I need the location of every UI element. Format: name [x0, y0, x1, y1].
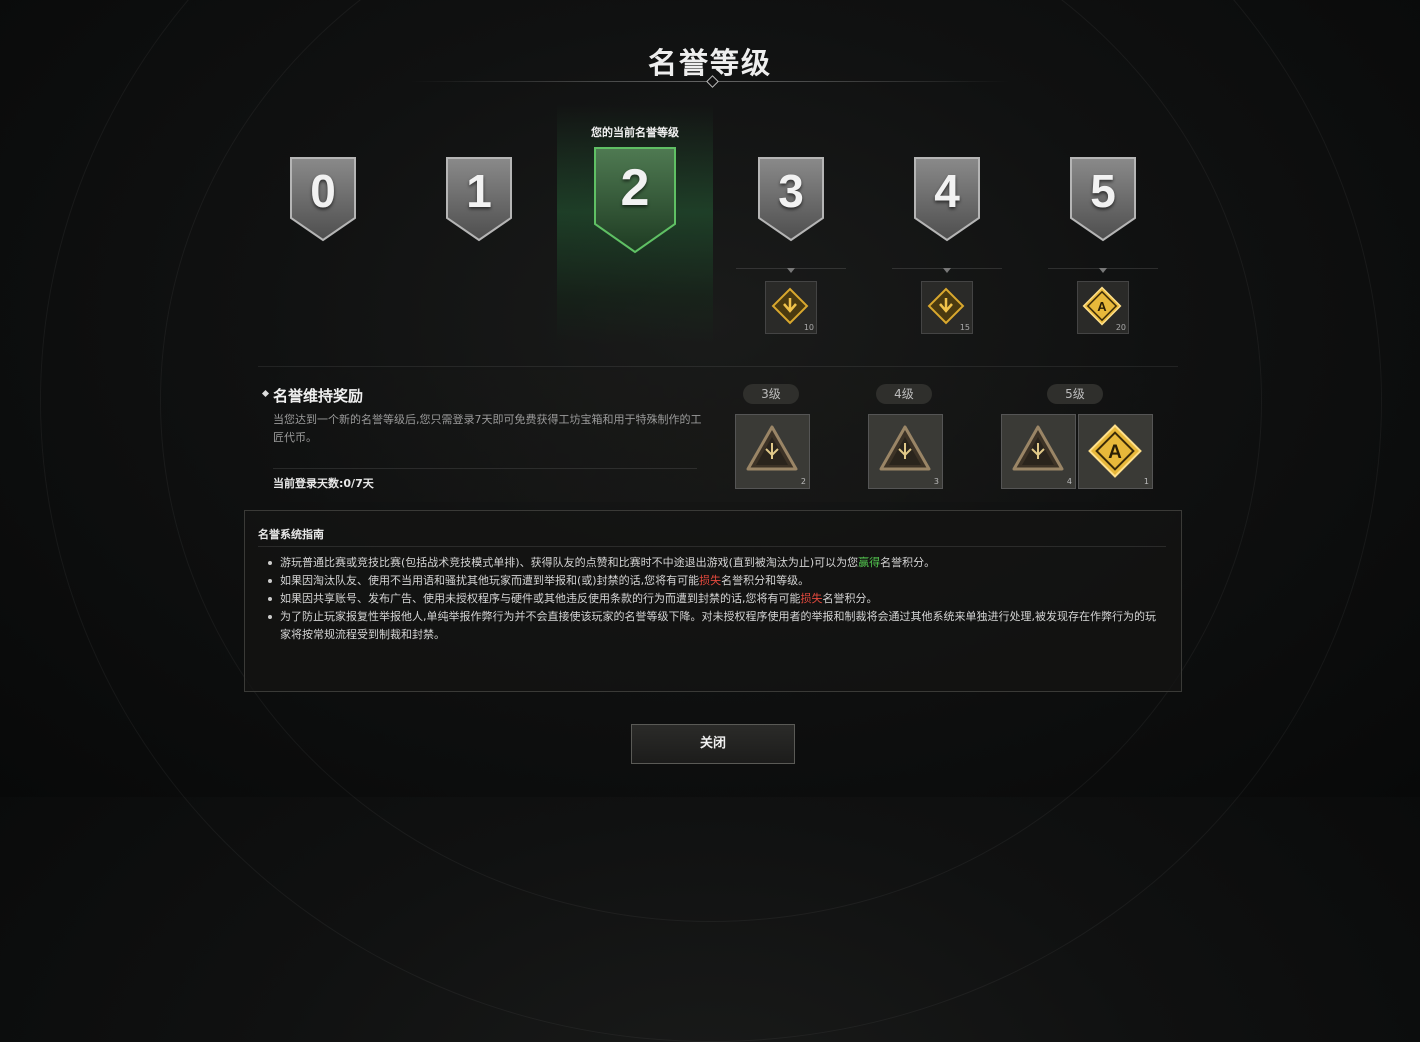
svg-text:A: A	[1097, 299, 1107, 314]
reward-pointer	[787, 268, 795, 273]
guide-item: 如果因共享账号、发布广告、使用未授权程序与硬件或其他违反使用条款的行为而遭到封禁…	[266, 590, 1166, 608]
loss-highlight: 损失	[800, 592, 823, 605]
maintenance-title: 名誉维持奖励	[273, 387, 364, 405]
svg-text:A: A	[1108, 442, 1122, 463]
reward-pointer	[943, 268, 951, 273]
level-number: 1	[466, 165, 492, 217]
gain-highlight: 赢得	[858, 556, 881, 569]
level-4-reward[interactable]: 15	[921, 281, 973, 334]
tier-5-crate-reward[interactable]: 4	[1001, 414, 1076, 489]
level-number: 4	[934, 165, 960, 217]
level-number: 5	[1090, 165, 1116, 217]
current-level-label: 您的当前名誉等级	[591, 126, 679, 139]
guide-item: 如果因淘汰队友、使用不当用语和骚扰其他玩家而遭到举报和(或)封禁的话,您将有可能…	[266, 572, 1166, 590]
reward-count: 15	[959, 323, 970, 332]
guide-text: 如果因淘汰队友、使用不当用语和骚扰其他玩家而遭到举报和(或)封禁的话,您将有可能	[280, 574, 700, 587]
reward-count: 2	[800, 477, 806, 486]
guide-text: 名誉积分。	[822, 592, 878, 605]
guide-text: 为了防止玩家报复性举报他人,单纯举报作弊行为并不会直接使该玩家的名誉等级下降。对…	[280, 610, 1156, 641]
reward-count: 3	[933, 477, 939, 486]
workshop-crate-icon	[879, 425, 931, 471]
guide-text: 名誉积分。	[880, 556, 936, 569]
artisan-token-icon: A	[1088, 424, 1142, 478]
workshop-crate-icon	[1012, 425, 1064, 471]
level-5-reward[interactable]: A 20	[1077, 281, 1129, 334]
level-number: 2	[620, 159, 650, 217]
tier-3-crate-reward[interactable]: 2	[735, 414, 810, 489]
section-divider	[258, 366, 1178, 367]
guide-text: 名誉积分和等级。	[721, 574, 810, 587]
maintenance-description: 当您达到一个新的名誉等级后,您只需登录7天即可免费获得工坊宝箱和用于特殊制作的工…	[273, 413, 702, 444]
level-4-shield: 4	[913, 156, 981, 242]
guide-title: 名誉系统指南	[258, 528, 324, 541]
reward-pointer	[1099, 268, 1107, 273]
reward-count: 1	[1143, 477, 1149, 486]
guide-list: 游玩普通比赛或竞技比赛(包括战术竞技模式单排)、获得队友的点赞和比赛时不中途退出…	[266, 554, 1166, 644]
guide-divider	[258, 546, 1166, 547]
level-number: 3	[778, 165, 804, 217]
reward-count: 4	[1066, 477, 1072, 486]
loss-highlight: 损失	[699, 574, 722, 587]
level-3-reward[interactable]: 10	[765, 281, 817, 334]
guide-text: 如果因共享账号、发布广告、使用未授权程序与硬件或其他违反使用条款的行为而遭到封禁…	[280, 592, 801, 605]
level-1-shield: 1	[445, 156, 513, 242]
level-0-shield: 0	[289, 156, 357, 242]
guide-item: 为了防止玩家报复性举报他人,单纯举报作弊行为并不会直接使该玩家的名誉等级下降。对…	[266, 608, 1166, 644]
tier-5-token-reward[interactable]: A 1	[1078, 414, 1153, 489]
tier-4-crate-reward[interactable]: 3	[868, 414, 943, 489]
tier-label-3: 3级	[743, 384, 799, 404]
tier-label-5: 5级	[1047, 384, 1103, 404]
reward-count: 10	[803, 323, 814, 332]
guide-text: 游玩普通比赛或竞技比赛(包括战术竞技模式单排)、获得队友的点赞和比赛时不中途退出…	[280, 556, 859, 569]
login-days-counter: 当前登录天数:0/7天	[273, 477, 374, 490]
reward-count: 20	[1115, 323, 1126, 332]
level-number: 0	[310, 165, 336, 217]
maintenance-divider	[273, 468, 697, 469]
guide-item: 游玩普通比赛或竞技比赛(包括战术竞技模式单排)、获得队友的点赞和比赛时不中途退出…	[266, 554, 1166, 572]
level-3-shield: 3	[757, 156, 825, 242]
tier-label-4: 4级	[876, 384, 932, 404]
level-5-shield: 5	[1069, 156, 1137, 242]
close-button[interactable]: 关闭	[631, 724, 795, 764]
level-2-shield-current: 2	[593, 146, 677, 254]
workshop-crate-icon	[746, 425, 798, 471]
